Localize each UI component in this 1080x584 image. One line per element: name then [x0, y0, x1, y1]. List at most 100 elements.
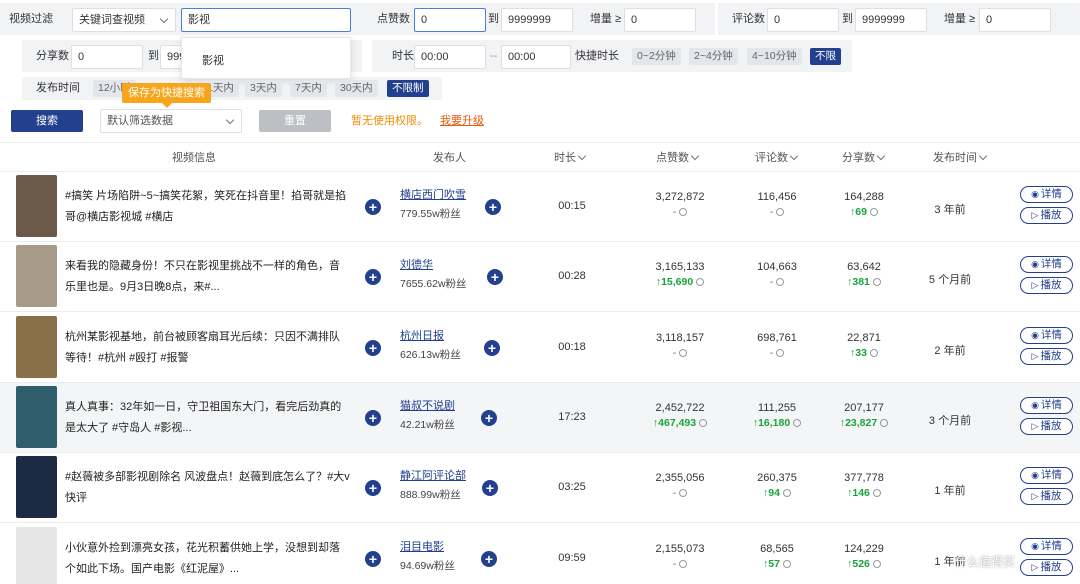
quick-duration-2-4[interactable]: 2~4分钟	[689, 48, 738, 65]
comments-to-input[interactable]: 9999999	[855, 8, 927, 32]
add-video-icon[interactable]: +	[365, 340, 381, 356]
comments-increase-input[interactable]: 0	[979, 8, 1051, 32]
likes-to-input[interactable]: 9999999	[501, 8, 573, 32]
quick-duration-4-10[interactable]: 4~10分钟	[747, 48, 802, 65]
likes-increase-value: ↑467,493	[652, 417, 697, 429]
shares-count: 377,778	[844, 472, 884, 484]
follow-publisher-icon[interactable]: +	[485, 199, 501, 215]
video-thumbnail[interactable]	[16, 175, 57, 237]
shares-increase-value: ↑33	[850, 347, 867, 359]
shares-increase: ↑381	[824, 275, 904, 289]
video-title[interactable]: 来看我的隐藏身份！不只在影视里挑战不一样的角色，音乐里也是。9月3日晚8点，来#…	[65, 256, 350, 298]
publish-30d[interactable]: 30天内	[335, 80, 378, 97]
header-comments[interactable]: 评论数	[755, 151, 799, 165]
video-thumbnail[interactable]	[16, 316, 57, 378]
play-icon: ▷	[1031, 421, 1039, 431]
add-video-icon[interactable]: +	[365, 480, 381, 496]
add-video-icon[interactable]: +	[365, 199, 381, 215]
play-button[interactable]: ▷ 播放	[1020, 559, 1073, 576]
follow-publisher-icon[interactable]: +	[487, 269, 503, 285]
likes-increase: ↑467,493	[640, 416, 720, 430]
video-title[interactable]: 杭州某影视基地，前台被顾客扇耳光后续：只因不满排队等待！#杭州 #殴打 #报警	[65, 327, 350, 369]
video-thumbnail[interactable]	[16, 386, 57, 448]
comments-increase-label: 增量 ≥	[944, 13, 976, 25]
detail-button[interactable]: ◉ 详情	[1020, 467, 1073, 484]
detail-button[interactable]: ◉ 详情	[1020, 327, 1073, 344]
suggestion-item[interactable]: 影视	[202, 52, 224, 68]
comments-from-input[interactable]: 0	[767, 8, 839, 32]
comments-count: 116,456	[757, 191, 797, 203]
add-video-icon[interactable]: +	[365, 269, 381, 285]
table-row: #搞笑 片场陷阱~5~搞笑花絮，笑死在抖音里！掐哥就是掐哥@横店影视城 #横店 …	[0, 172, 1080, 242]
header-likes[interactable]: 点赞数	[656, 151, 700, 165]
save-quick-search-tooltip[interactable]: 保存为快捷搜索	[122, 83, 211, 108]
header-duration[interactable]: 时长	[554, 151, 587, 165]
follow-publisher-icon[interactable]: +	[484, 340, 500, 356]
quick-duration-0-2[interactable]: 0~2分钟	[632, 48, 681, 65]
quick-duration-label: 快捷时长	[575, 50, 619, 62]
publisher-name[interactable]: 横店西门吹雪	[400, 187, 466, 203]
keyword-input[interactable]: 影视	[181, 8, 351, 32]
comments-increase-value: 0	[986, 14, 993, 26]
play-button[interactable]: ▷ 播放	[1020, 277, 1073, 294]
header-publish-time[interactable]: 发布时间	[933, 151, 988, 165]
detail-button[interactable]: ◉ 详情	[1020, 256, 1073, 273]
publish-3d[interactable]: 3天内	[245, 80, 282, 97]
header-shares[interactable]: 分享数	[842, 151, 886, 165]
add-video-icon[interactable]: +	[365, 410, 381, 426]
eye-icon: ◉	[1031, 330, 1039, 340]
publisher-name[interactable]: 泪目电影	[400, 539, 444, 555]
shares-count: 124,229	[844, 543, 884, 555]
detail-button[interactable]: ◉ 详情	[1020, 538, 1073, 555]
preset-filter-select[interactable]: 默认筛选数据	[100, 109, 242, 133]
video-title[interactable]: #赵薇被多部影视剧除名 风波盘点！赵薇到底怎么了？#大v快评	[65, 467, 350, 509]
play-button[interactable]: ▷ 播放	[1020, 207, 1073, 224]
play-button[interactable]: ▷ 播放	[1020, 348, 1073, 365]
add-video-icon[interactable]: +	[365, 551, 381, 567]
comments-to-label: 到	[842, 13, 853, 25]
keyword-mode-select[interactable]: 关键词查视频	[72, 8, 176, 32]
video-title[interactable]: 真人真事：32年如一日，守卫祖国东大门，看完后劲真的是太大了 #守岛人 #影视.…	[65, 397, 350, 439]
play-button[interactable]: ▷ 播放	[1020, 488, 1073, 505]
search-button[interactable]: 搜索	[11, 110, 83, 132]
comments-count: 68,565	[760, 543, 794, 555]
shares-from-input[interactable]: 0	[71, 45, 143, 69]
video-title[interactable]: 小伙意外捡到漂亮女孩，花光积蓄供她上学，没想到却落个如此下场。国产电影《红泥屋》…	[65, 538, 350, 580]
clock-icon	[699, 419, 708, 427]
likes-increase-input[interactable]: 0	[624, 8, 696, 32]
likes-increase: -	[640, 557, 720, 571]
shares-increase: ↑33	[824, 346, 904, 360]
video-thumbnail[interactable]	[16, 245, 57, 307]
reset-button[interactable]: 重置	[259, 110, 331, 132]
likes-count: 3,118,157	[655, 332, 705, 344]
comments-label: 评论数	[732, 13, 765, 25]
comments-count: 698,761	[757, 332, 797, 344]
play-button[interactable]: ▷ 播放	[1020, 418, 1073, 435]
follow-publisher-icon[interactable]: +	[481, 551, 497, 567]
upgrade-link[interactable]: 我要升级	[440, 112, 484, 130]
publisher-name[interactable]: 猫叔不说剧	[400, 398, 455, 414]
likes-from-input[interactable]: 0	[414, 8, 486, 32]
follow-publisher-icon[interactable]: +	[481, 410, 497, 426]
clock-icon	[782, 560, 791, 568]
detail-button-label: 详情	[1040, 540, 1062, 552]
publish-unlimited[interactable]: 不限制	[387, 80, 429, 97]
shares-increase-value: ↑381	[847, 276, 870, 288]
duration-separator: --	[490, 50, 498, 62]
publisher-name[interactable]: 静江阿评论部	[400, 468, 466, 484]
publisher-name[interactable]: 刘德华	[400, 257, 433, 273]
clock-icon	[679, 349, 688, 357]
duration-to-input[interactable]: 00:00	[501, 45, 571, 69]
detail-button[interactable]: ◉ 详情	[1020, 397, 1073, 414]
duration-from-input[interactable]: 00:00	[414, 45, 486, 69]
follow-publisher-icon[interactable]: +	[482, 480, 498, 496]
publish-7d[interactable]: 7天内	[290, 80, 327, 97]
detail-button[interactable]: ◉ 详情	[1020, 186, 1073, 203]
likes-to-label: 到	[488, 13, 499, 25]
video-thumbnail[interactable]	[16, 527, 57, 584]
publisher-name[interactable]: 杭州日报	[400, 328, 444, 344]
chevron-down-icon	[978, 151, 988, 161]
video-title[interactable]: #搞笑 片场陷阱~5~搞笑花絮，笑死在抖音里！掐哥就是掐哥@横店影视城 #横店	[65, 186, 350, 228]
video-thumbnail[interactable]	[16, 456, 57, 518]
quick-duration-unlimited[interactable]: 不限	[810, 48, 841, 65]
